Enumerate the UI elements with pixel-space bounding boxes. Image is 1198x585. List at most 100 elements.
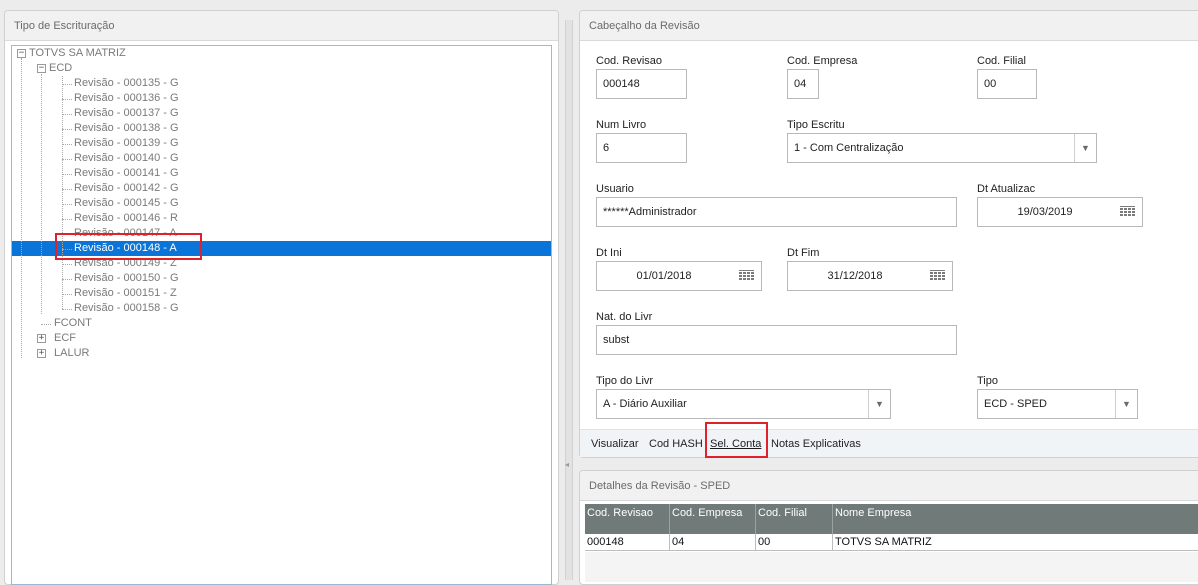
expand-icon[interactable]: + — [37, 334, 46, 343]
tipo-select[interactable]: ECD - SPED ▼ — [977, 389, 1138, 419]
visualizar-button[interactable]: Visualizar — [591, 438, 639, 450]
cell-cod-revisao: 000148 — [585, 534, 670, 551]
cell-cod-filial: 00 — [756, 534, 833, 551]
cod-revisao-label: Cod. Revisao — [596, 55, 663, 67]
tree-revision-item[interactable]: Revisão - 000146 - R — [74, 211, 178, 226]
tipo-escritu-value: 1 - Com Centralização — [794, 142, 904, 154]
dt-fim-label: Dt Fim — [787, 247, 820, 259]
tree-connector — [62, 219, 72, 220]
nat-livr-label: Nat. do Livr — [596, 311, 653, 323]
cod-revisao-field[interactable]: 000148 — [596, 69, 687, 99]
tree-revision-item[interactable]: Revisão - 000140 - G — [74, 151, 179, 166]
tree-revision-item[interactable]: Revisão - 000150 - G — [74, 271, 179, 286]
splitter-grip-icon[interactable]: ◂ — [565, 460, 573, 472]
panel-splitter[interactable]: ◂ — [565, 20, 573, 580]
detalhes-revisao-panel: Detalhes da Revisão - SPED Cod. Revisao … — [579, 470, 1198, 585]
collapse-icon[interactable]: − — [37, 64, 46, 73]
tree-revision-item[interactable]: Revisão - 000145 - G — [74, 196, 179, 211]
column-header-nome-empresa[interactable]: Nome Empresa — [833, 504, 1198, 534]
cell-cod-empresa: 04 — [670, 534, 756, 551]
dt-fim-field[interactable]: 31/12/2018 — [787, 261, 953, 291]
cod-hash-button[interactable]: Cod HASH — [649, 438, 703, 450]
cell-nome-empresa: TOTVS SA MATRIZ — [835, 536, 932, 548]
calendar-icon[interactable] — [1120, 206, 1135, 217]
cod-filial-field[interactable]: 00 — [977, 69, 1037, 99]
dt-ini-value: 01/01/2018 — [636, 270, 692, 282]
sel-conta-highlight — [705, 422, 768, 458]
column-header-cod-filial[interactable]: Cod. Filial — [756, 504, 833, 534]
tree-connector — [62, 144, 72, 145]
tipo-livr-label: Tipo do Livr — [596, 375, 654, 387]
tree-revision-item[interactable]: Revisão - 000137 - G — [74, 106, 179, 121]
grid-empty-area — [585, 552, 1198, 582]
detalhes-panel-title: Detalhes da Revisão - SPED — [580, 471, 1198, 501]
tree-revision-item[interactable]: Revisão - 000136 - G — [74, 91, 179, 106]
cabecalho-revisao-panel: Cabeçalho da Revisão Cod. Revisao 000148… — [579, 10, 1198, 458]
num-livro-label: Num Livro — [596, 119, 647, 131]
dt-ini-field[interactable]: 01/01/2018 — [596, 261, 762, 291]
grid-header: Cod. Revisao Cod. Empresa Cod. Filial No… — [585, 504, 1198, 534]
dt-fim-value: 31/12/2018 — [827, 270, 883, 282]
cabecalho-panel-title: Cabeçalho da Revisão — [580, 11, 1198, 41]
calendar-icon[interactable] — [930, 270, 945, 281]
tipo-escritu-label: Tipo Escritu — [787, 119, 845, 131]
tree-revision-item[interactable]: Revisão - 000142 - G — [74, 181, 179, 196]
expand-icon[interactable]: + — [37, 349, 46, 358]
cod-empresa-field[interactable]: 04 — [787, 69, 819, 99]
escrituracao-panel-title: Tipo de Escrituração — [5, 11, 558, 41]
tree-root-label[interactable]: TOTVS SA MATRIZ — [29, 46, 126, 61]
tree-revision-item[interactable]: Revisão - 000158 - G — [74, 301, 179, 316]
dt-atualizac-field[interactable]: 19/03/2019 — [977, 197, 1143, 227]
tree-connector — [62, 204, 72, 205]
tree-connector — [62, 99, 72, 100]
tree-revision-item[interactable]: Revisão - 000138 - G — [74, 121, 179, 136]
tree-connector — [62, 114, 72, 115]
tipo-livr-select[interactable]: A - Diário Auxiliar ▼ — [596, 389, 891, 419]
collapse-icon[interactable]: − — [17, 49, 26, 58]
notas-explicativas-button[interactable]: Notas Explicativas — [771, 438, 861, 450]
tree-connector — [62, 189, 72, 190]
dropdown-arrow-icon[interactable]: ▼ — [868, 390, 890, 418]
cod-filial-label: Cod. Filial — [977, 55, 1026, 67]
dt-atualizac-value: 19/03/2019 — [1017, 206, 1073, 218]
tree-connector — [62, 129, 72, 130]
tree-connector — [41, 74, 42, 314]
column-header-cod-revisao[interactable]: Cod. Revisao — [585, 504, 670, 534]
tree-node-lalur[interactable]: LALUR — [54, 346, 89, 361]
tree-connector — [62, 84, 72, 85]
usuario-label: Usuario — [596, 183, 634, 195]
dropdown-arrow-icon[interactable]: ▼ — [1115, 390, 1137, 418]
dt-ini-label: Dt Ini — [596, 247, 622, 259]
dt-atualizac-label: Dt Atualizac — [977, 183, 1036, 195]
cod-empresa-label: Cod. Empresa — [787, 55, 858, 67]
tree-connector — [41, 324, 51, 325]
tipo-livr-value: A - Diário Auxiliar — [603, 398, 687, 410]
table-row[interactable]: 000148 04 00 TOTVS SA MATRIZ — [585, 534, 1198, 551]
tree-connector — [62, 279, 72, 280]
tree-revision-item[interactable]: Revisão - 000135 - G — [74, 76, 179, 91]
dropdown-arrow-icon[interactable]: ▼ — [1074, 134, 1096, 162]
column-header-cod-empresa[interactable]: Cod. Empresa — [670, 504, 756, 534]
selected-revision-highlight — [55, 233, 202, 260]
calendar-icon[interactable] — [739, 270, 754, 281]
tree-node-ecf[interactable]: ECF — [54, 331, 76, 346]
tree-connector — [62, 309, 72, 310]
tree-revision-item[interactable]: Revisão - 000141 - G — [74, 166, 179, 181]
tree-connector — [62, 174, 72, 175]
nat-livr-field[interactable]: subst — [596, 325, 957, 355]
usuario-field[interactable]: ******Administrador — [596, 197, 957, 227]
tipo-escritu-select[interactable]: 1 - Com Centralização ▼ — [787, 133, 1097, 163]
tree-connector — [62, 159, 72, 160]
tree-connector — [62, 264, 72, 265]
tree-connector — [62, 76, 63, 309]
tipo-label: Tipo — [977, 375, 998, 387]
tree-revision-item[interactable]: Revisão - 000139 - G — [74, 136, 179, 151]
num-livro-field[interactable]: 6 — [596, 133, 687, 163]
tipo-value: ECD - SPED — [984, 398, 1047, 410]
escrituracao-panel: Tipo de Escrituração − TOTVS SA MATRIZ −… — [4, 10, 559, 585]
tree-revision-item[interactable]: Revisão - 000151 - Z — [74, 286, 177, 301]
escrituracao-tree[interactable]: − TOTVS SA MATRIZ − ECD Revisão - 000135… — [11, 45, 552, 585]
tree-node-ecd[interactable]: ECD — [49, 61, 72, 76]
tree-node-fcont[interactable]: FCONT — [54, 316, 92, 331]
tree-connector — [21, 58, 22, 358]
